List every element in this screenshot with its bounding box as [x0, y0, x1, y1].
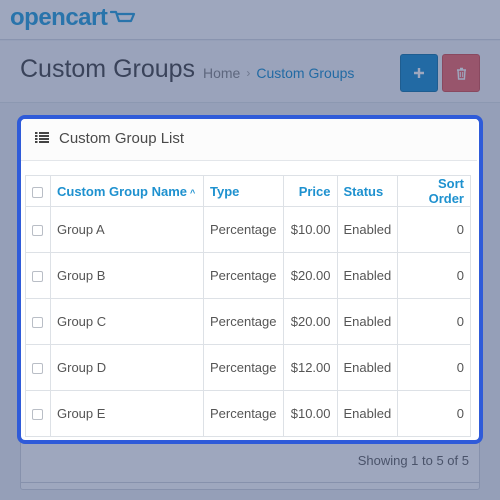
panel-footer: Showing 1 to 5 of 5 [20, 443, 480, 483]
group-name: Group D [50, 344, 204, 391]
group-sort-order: 0 [397, 390, 471, 437]
row-select-cell [25, 390, 51, 437]
trash-icon [456, 67, 466, 80]
breadcrumb-current[interactable]: Custom Groups [256, 65, 354, 81]
group-type: Percentage [203, 298, 284, 345]
row-checkbox[interactable] [32, 363, 43, 375]
logo-text: opencart [10, 4, 108, 31]
row-select-cell [25, 344, 51, 391]
custom-group-panel: Custom Group List Custom Group Name ^ Typ… [18, 116, 482, 443]
list-icon [35, 132, 49, 143]
table-row: Group C Percentage $20.00 Enabled 0 [25, 298, 471, 345]
delete-button[interactable] [442, 54, 480, 92]
table-header-row: Custom Group Name ^ Type Price Status Sor… [25, 175, 471, 207]
panel-title: Custom Group List [59, 130, 185, 147]
column-header-type[interactable]: Type [203, 175, 284, 207]
group-name: Group C [50, 298, 204, 345]
column-header-status[interactable]: Status [336, 175, 399, 207]
plus-icon [414, 68, 424, 78]
column-header-price[interactable]: Price [282, 175, 338, 207]
row-select-cell [25, 298, 51, 345]
add-button[interactable] [400, 54, 438, 92]
row-select-cell [25, 252, 51, 299]
breadcrumb-separator-icon: › [246, 66, 251, 80]
group-sort-order: 0 [397, 298, 471, 345]
pagination-text: Showing 1 to 5 of 5 [357, 453, 469, 468]
group-status: Enabled [336, 390, 399, 437]
opencart-logo[interactable]: opencart [10, 4, 136, 32]
select-all-checkbox[interactable] [32, 186, 43, 198]
group-type: Percentage [203, 390, 284, 437]
group-price: $20.00 [282, 252, 338, 299]
group-status: Enabled [336, 344, 399, 391]
row-checkbox[interactable] [32, 317, 43, 329]
group-type: Percentage [203, 344, 284, 391]
select-all-cell [25, 175, 51, 207]
group-status: Enabled [336, 298, 399, 345]
panel-heading: Custom Group List [21, 119, 477, 161]
group-sort-order: 0 [397, 252, 471, 299]
group-price: $20.00 [282, 298, 338, 345]
table-row: Group B Percentage $20.00 Enabled 0 [25, 252, 471, 299]
breadcrumb-home[interactable]: Home [203, 65, 240, 81]
page-header: Custom Groups Home › Custom Groups [0, 41, 500, 103]
custom-group-table: Custom Group Name ^ Type Price Status Sor… [25, 175, 471, 437]
row-checkbox[interactable] [32, 225, 43, 237]
group-price: $10.00 [282, 206, 338, 253]
top-bar: opencart [0, 0, 500, 40]
breadcrumb: Home › Custom Groups [203, 65, 354, 81]
group-name: Group A [50, 206, 204, 253]
row-select-cell [25, 206, 51, 253]
group-status: Enabled [336, 252, 399, 299]
cart-icon [110, 10, 136, 23]
table-row: Group A Percentage $10.00 Enabled 0 [25, 206, 471, 253]
sort-ascending-icon: ^ [190, 187, 196, 198]
column-header-name[interactable]: Custom Group Name ^ [50, 175, 204, 207]
row-checkbox[interactable] [32, 271, 43, 283]
group-type: Percentage [203, 206, 284, 253]
group-name: Group E [50, 390, 204, 437]
group-sort-order: 0 [397, 344, 471, 391]
group-type: Percentage [203, 252, 284, 299]
row-checkbox[interactable] [32, 409, 43, 421]
group-price: $12.00 [282, 344, 338, 391]
table-row: Group E Percentage $10.00 Enabled 0 [25, 390, 471, 437]
page-title: Custom Groups [20, 55, 196, 83]
group-name: Group B [50, 252, 204, 299]
column-header-sort-order[interactable]: Sort Order [397, 175, 471, 207]
group-status: Enabled [336, 206, 399, 253]
group-price: $10.00 [282, 390, 338, 437]
group-sort-order: 0 [397, 206, 471, 253]
table-row: Group D Percentage $12.00 Enabled 0 [25, 344, 471, 391]
